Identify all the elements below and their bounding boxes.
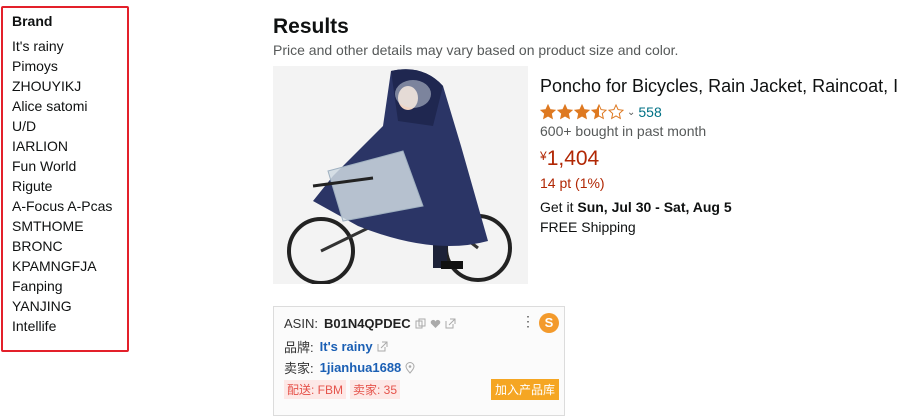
chevron-down-icon[interactable]: ⌄ [627,107,635,118]
delivery-dates: Sun, Jul 30 - Sat, Aug 5 [577,199,732,215]
brand-label: 品牌: [284,340,314,355]
delivery-prefix: Get it [540,199,574,215]
product-image[interactable] [273,66,528,284]
seller-label: 卖家: [284,361,314,376]
external-link-icon[interactable] [377,341,388,352]
price-currency-symbol: ¥ [540,149,547,163]
brand-filter-item[interactable]: ZHOUYIKJ [12,76,112,96]
more-options-icon[interactable]: ⋮ [521,314,535,328]
tags-row: 配送: FBM 卖家: 35 [284,380,404,399]
star-rating-icon [540,104,624,119]
bought-in-past-month: 600+ bought in past month [540,123,707,139]
asin-row: ASIN: B01N4QPDEC [284,316,456,331]
brand-row: 品牌: It's rainy [284,337,388,356]
price-amount: 1,404 [546,147,600,170]
brand-filter-item[interactable]: U/D [12,116,112,136]
location-pin-icon[interactable] [405,361,415,374]
seller-info-box: ASIN: B01N4QPDEC 品牌: It's rainy 卖家: 1jia… [273,306,565,416]
brand-filter-item[interactable]: YANJING [12,296,112,316]
poncho-bicycle-image [273,66,528,284]
results-subtitle: Price and other details may vary based o… [273,42,679,58]
product-title-link[interactable]: Poncho for Bicycles, Rain Jacket, Rainco… [540,76,907,97]
star-rating[interactable] [540,104,624,120]
brand-filter-item[interactable]: Alice satomi [12,96,112,116]
rating-count-link[interactable]: 558 [638,104,661,120]
brand-filter-item[interactable]: Intellife [12,316,112,336]
brand-filter-item[interactable]: It's rainy [12,36,112,56]
brand-filter-item[interactable]: Rigute [12,176,112,196]
delivery-estimate: Get it Sun, Jul 30 - Sat, Aug 5 [540,199,732,215]
asin-value: B01N4QPDEC [323,316,411,331]
brand-filter-item[interactable]: IARLION [12,136,112,156]
free-shipping-label: FREE Shipping [540,219,636,235]
brand-filter-list: It's rainy Pimoys ZHOUYIKJ Alice satomi U/D I… [12,36,112,336]
copy-icon[interactable] [415,318,426,329]
extension-logo-icon[interactable]: S [539,313,559,333]
results-title: Results [273,15,349,38]
add-to-product-library-button[interactable]: 加入产品库 [491,379,560,400]
brand-filter-item[interactable]: KPAMNGFJA [12,256,112,276]
brand-link[interactable]: It's rainy [320,339,373,354]
seller-row: 卖家: 1jianhua1688 [284,358,415,377]
fbm-tag: 配送: FBM [284,380,346,399]
brand-filter-item[interactable]: Fun World [12,156,112,176]
points-reward: 14 pt (1%) [540,175,605,191]
brand-filter-item[interactable]: BRONC [12,236,112,256]
seller-count-tag: 卖家: 35 [350,380,401,399]
brand-filter-title: Brand [12,13,53,29]
rating-row: ⌄ 558 [540,102,662,122]
seller-link[interactable]: 1jianhua1688 [320,360,402,375]
brand-filter-item[interactable]: Pimoys [12,56,112,76]
brand-filter-panel: Brand It's rainy Pimoys ZHOUYIKJ Alice sato… [1,6,129,352]
brand-filter-item[interactable]: Fanping [12,276,112,296]
external-link-icon[interactable] [445,318,456,329]
brand-filter-item[interactable]: SMTHOME [12,216,112,236]
asin-label: ASIN: [284,316,318,331]
heart-icon[interactable] [430,318,441,329]
brand-filter-item[interactable]: A-Focus A-Pcas [12,196,112,216]
product-price: ¥1,404 [540,147,599,171]
